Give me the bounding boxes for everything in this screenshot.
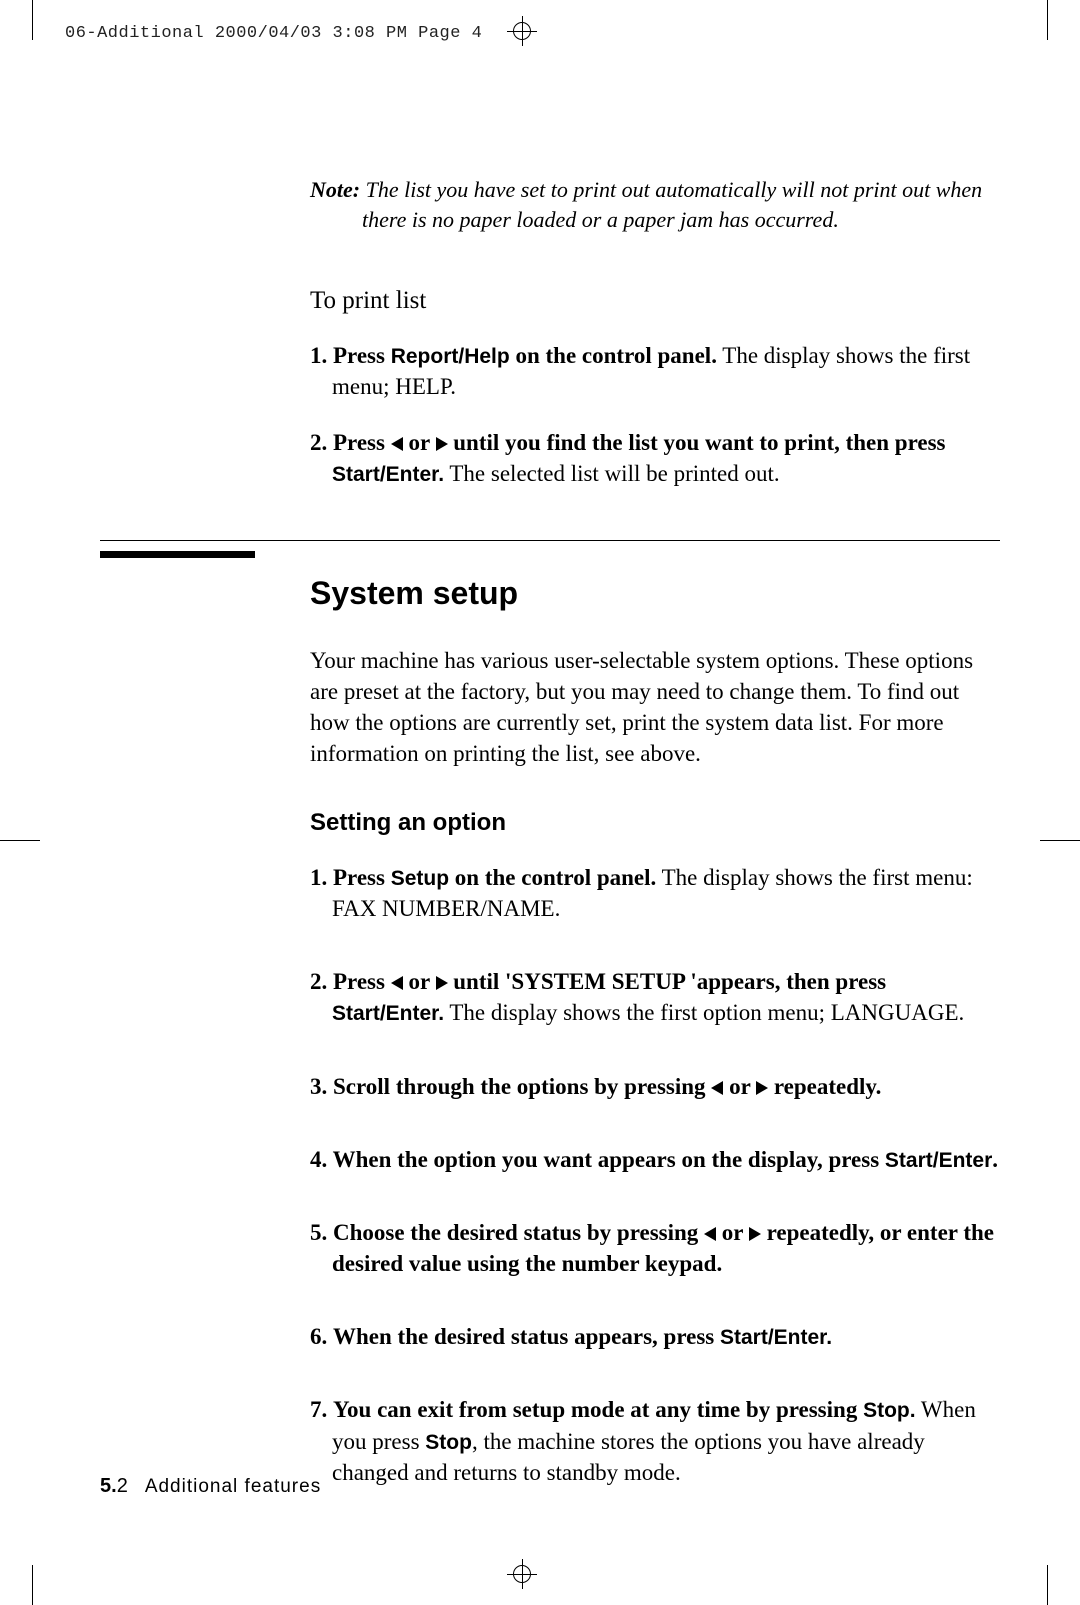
button-name: Report/Help: [391, 345, 510, 368]
step-number: 5.: [310, 1220, 327, 1245]
crop-mark: [1047, 0, 1048, 40]
step-text: Scroll through the options by pressing: [333, 1074, 711, 1099]
note-text: there is no paper loaded or a paper jam …: [310, 205, 1000, 235]
step-number: 6.: [310, 1324, 327, 1349]
step-text: or: [403, 430, 436, 455]
step-text: repeatedly.: [768, 1074, 881, 1099]
step-text: or: [716, 1220, 749, 1245]
step-number: 2.: [310, 430, 327, 455]
button-name: Stop: [425, 1431, 472, 1454]
button-name: Start/Enter.: [332, 463, 444, 486]
chapter-number: 5.: [100, 1475, 117, 1497]
list-item: 5. Choose the desired status by pressing…: [310, 1217, 1000, 1279]
list-item: 7. You can exit from setup mode at any t…: [310, 1394, 1000, 1488]
step-text: until you find the list you want to prin…: [448, 430, 946, 455]
button-name: Start/Enter.: [720, 1326, 832, 1349]
list-item: 3. Scroll through the options by pressin…: [310, 1071, 1000, 1102]
list-item: 1. Press Report/Help on the control pane…: [310, 340, 1000, 402]
right-arrow-icon: [436, 437, 448, 451]
crop-mark: [1040, 840, 1080, 841]
button-name: Start/Enter: [885, 1149, 992, 1172]
registration-mark-icon: [522, 16, 523, 46]
step-text: When the desired status appears, press: [333, 1324, 720, 1349]
left-arrow-icon: [391, 437, 403, 451]
crop-mark: [32, 0, 33, 40]
step-number: 1.: [310, 865, 327, 890]
step-number: 7.: [310, 1397, 327, 1422]
step-number: 4.: [310, 1147, 327, 1172]
subheading: Setting an option: [310, 807, 1000, 839]
step-number: 1.: [310, 343, 327, 368]
note-block: Note: The list you have set to print out…: [310, 175, 1000, 234]
button-name: Setup: [391, 867, 449, 890]
step-text: or: [723, 1074, 756, 1099]
crop-mark: [32, 1565, 33, 1605]
step-lead: Press: [333, 430, 391, 455]
section-rule: [100, 540, 1000, 541]
crop-mark: [0, 840, 40, 841]
step-text: Press: [327, 865, 390, 890]
left-arrow-icon: [711, 1081, 723, 1095]
footer-title: Additional features: [145, 1476, 321, 1497]
right-arrow-icon: [749, 1227, 761, 1241]
list-item: 1. Press Setup on the control panel. The…: [310, 862, 1000, 924]
list-item: 2. Press or until you find the list you …: [310, 427, 1000, 489]
step-text: on the control panel.: [510, 343, 717, 368]
button-name: Start/Enter.: [332, 1002, 444, 1025]
step-text: .: [992, 1147, 998, 1172]
note-label: Note:: [310, 177, 360, 202]
page-number: 2: [117, 1475, 128, 1497]
left-arrow-icon: [704, 1227, 716, 1241]
step-number: 2.: [310, 969, 327, 994]
print-header: 06-Additional 2000/04/03 3:08 PM Page 4: [65, 23, 482, 46]
step-text: The display shows the first option menu;…: [444, 1000, 964, 1025]
button-name: Stop.: [863, 1399, 916, 1422]
step-text: Choose the desired status by pressing: [327, 1220, 704, 1245]
to-print-title: To print list: [310, 284, 1000, 318]
list-item: 4. When the option you want appears on t…: [310, 1144, 1000, 1175]
left-arrow-icon: [391, 976, 403, 990]
list-item: 6. When the desired status appears, pres…: [310, 1321, 1000, 1352]
list-item: 2. Press or until 'SYSTEM SETUP 'appears…: [310, 966, 1000, 1028]
step-text: You can exit from setup mode at any time…: [333, 1397, 863, 1422]
page-footer: 5.2 Additional features: [100, 1473, 321, 1500]
step-text: When the option you want appears on the …: [327, 1147, 885, 1172]
note-text: The list you have set to print out autom…: [366, 177, 983, 202]
right-arrow-icon: [756, 1081, 768, 1095]
crop-mark: [1047, 1565, 1048, 1605]
step-text: or: [403, 969, 436, 994]
step-lead: Press: [333, 343, 391, 368]
step-text: until 'SYSTEM SETUP 'appears, then press: [448, 969, 887, 994]
step-text: The selected list will be printed out.: [444, 461, 780, 486]
step-text: Press: [327, 969, 390, 994]
step-number: 3.: [310, 1074, 327, 1099]
body-paragraph: Your machine has various user-selectable…: [310, 645, 1000, 769]
section-heading: System setup: [310, 572, 1000, 615]
step-text: on the control panel.: [449, 865, 656, 890]
right-arrow-icon: [436, 976, 448, 990]
registration-mark-icon: [522, 1559, 523, 1589]
